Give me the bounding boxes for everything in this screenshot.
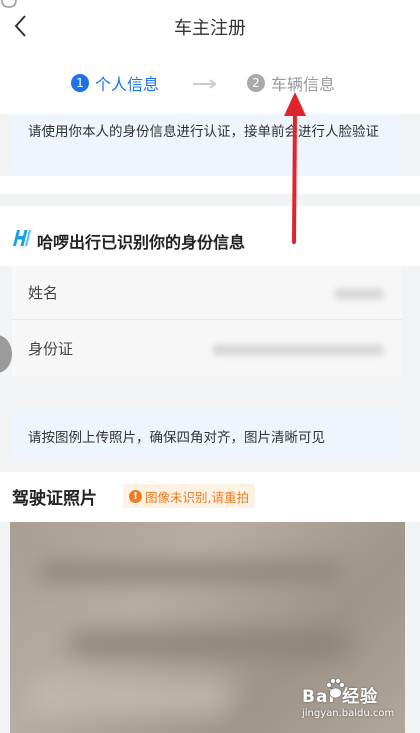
step-label: 个人信息 <box>95 75 160 94</box>
notification-icon <box>1 0 17 8</box>
name-label: 姓名 <box>28 284 59 302</box>
id-label: 身份证 <box>28 340 74 358</box>
step-indicator: 1 个人信息 2 车辆信息 <box>0 52 420 114</box>
identity-card: 姓名 身份证 <box>12 266 402 376</box>
id-row: 身份证 <box>12 322 402 376</box>
nav-header: 车主注册 <box>0 0 420 52</box>
step-number: 2 <box>247 74 265 92</box>
warning-text: 图像未识别,请重拍 <box>145 489 249 505</box>
baidu-watermark: Bai 经验 jingyan.baidu.com <box>302 676 414 726</box>
step-number: 1 <box>71 74 89 92</box>
hellobike-logo-icon <box>13 229 31 247</box>
identity-section-header: 哈啰出行已识别你的身份信息 <box>0 206 420 266</box>
id-value-blurred <box>212 344 384 356</box>
annotation-arrow-icon <box>284 92 306 244</box>
step-arrow-icon <box>193 79 217 89</box>
warning-icon: ! <box>129 489 142 503</box>
identity-section-title: 哈啰出行已识别你的身份信息 <box>37 233 246 252</box>
license-title: 驾驶证照片 <box>12 489 97 509</box>
watermark-url: jingyan.baidu.com <box>302 708 395 719</box>
upload-notice: 请按图例上传照片，确保四角对齐，图片清晰可见 <box>12 412 399 458</box>
photo-blur-region <box>70 632 350 656</box>
verify-notice: 请使用你本人的身份信息进行认证，接单前会进行人脸验证 <box>12 114 399 176</box>
baidu-paw-icon <box>326 678 345 699</box>
license-section-header: 驾驶证照片 ! 图像未识别,请重拍 <box>0 472 420 522</box>
divider <box>0 176 420 194</box>
name-value-blurred <box>334 288 384 300</box>
photo-blur-region <box>40 562 340 582</box>
step-personal-info[interactable]: 1 个人信息 <box>71 71 159 95</box>
warning-badge: ! 图像未识别,请重拍 <box>123 484 255 508</box>
floating-handle[interactable] <box>0 335 12 373</box>
photo-blur-region <box>30 682 230 712</box>
page-title: 车主注册 <box>174 18 246 39</box>
name-row: 姓名 <box>12 266 402 320</box>
